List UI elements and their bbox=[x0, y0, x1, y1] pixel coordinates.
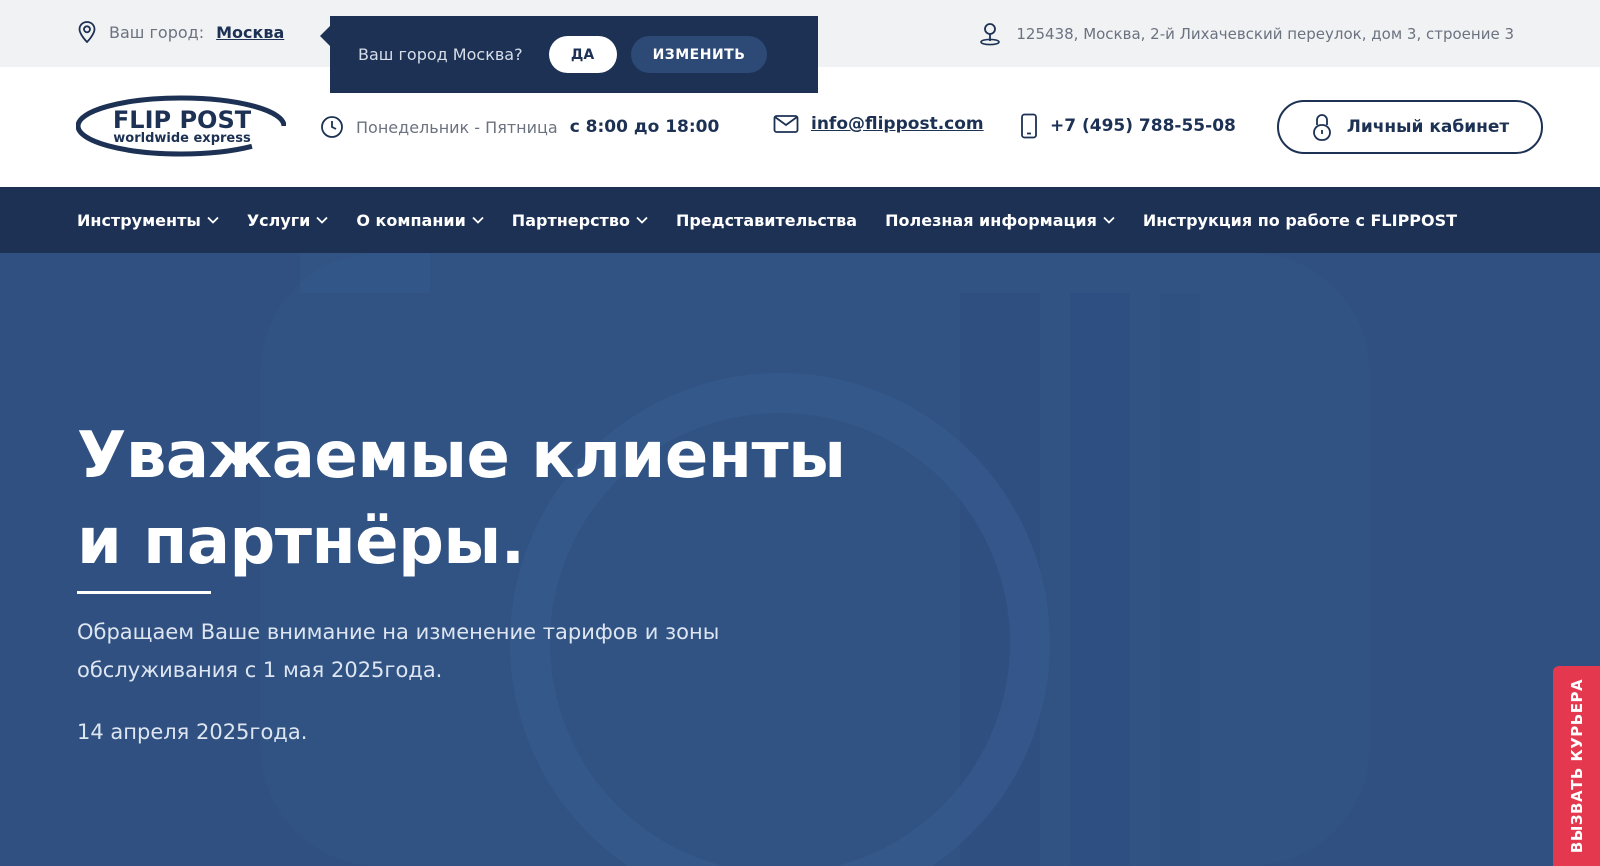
personal-account-button[interactable]: Личный кабинет bbox=[1277, 100, 1543, 154]
hero-banner: Уважаемые клиенты и партнёры. Обращаем В… bbox=[0, 253, 1600, 866]
city-selector: Ваш город: Москва bbox=[77, 21, 284, 43]
nav-item-label: О компании bbox=[356, 210, 466, 230]
address-text: 125438, Москва, 2-й Лихачевский переулок… bbox=[1016, 25, 1514, 43]
call-courier-label: ВЫЗВАТЬ КУРЬЕРА bbox=[1567, 678, 1586, 854]
nav-item-tools[interactable]: Инструменты bbox=[77, 211, 219, 230]
nav-item-label: Представительства bbox=[675, 210, 858, 230]
phone-contact: +7 (495) 788-55-08 bbox=[1020, 113, 1236, 139]
working-hours: Понедельник - Пятница с 8:00 до 18:00 bbox=[320, 115, 719, 139]
nav-item-label: Партнерство bbox=[511, 210, 630, 230]
nav-item-label: Полезная информация bbox=[885, 210, 1097, 230]
chevron-down-icon bbox=[207, 216, 219, 224]
mobile-phone-icon bbox=[1020, 113, 1038, 139]
lock-icon bbox=[1311, 112, 1333, 142]
map-pin-icon bbox=[978, 22, 1002, 46]
chevron-down-icon bbox=[316, 216, 328, 224]
email-link[interactable]: info@flippost.com bbox=[811, 114, 984, 134]
nav-item-offices[interactable]: Представительства bbox=[676, 211, 857, 230]
hours-value: с 8:00 до 18:00 bbox=[569, 117, 720, 137]
call-courier-button[interactable]: ВЫЗВАТЬ КУРЬЕРА bbox=[1553, 666, 1600, 866]
clock-icon bbox=[320, 115, 344, 139]
mail-icon bbox=[773, 114, 799, 134]
hours-prefix: Понедельник - Пятница bbox=[356, 117, 558, 137]
nav-item-useful-info[interactable]: Полезная информация bbox=[885, 211, 1115, 230]
hero-date: 14 апреля 2025года. bbox=[77, 720, 308, 744]
city-confirm-popup: Ваш город Москва? ДА ИЗМЕНИТЬ bbox=[320, 16, 818, 93]
office-address: 125438, Москва, 2-й Лихачевский переулок… bbox=[978, 22, 1514, 46]
nav-item-partnership[interactable]: Партнерство bbox=[512, 211, 648, 230]
hero-title: Уважаемые клиенты и партнёры. bbox=[77, 413, 846, 585]
confirm-city-button[interactable]: ДА bbox=[548, 36, 617, 73]
change-city-button[interactable]: ИЗМЕНИТЬ bbox=[630, 36, 768, 73]
phone-number[interactable]: +7 (495) 788-55-08 bbox=[1050, 116, 1236, 136]
nav-item-services[interactable]: Услуги bbox=[247, 211, 329, 230]
city-question: Ваш город Москва? bbox=[358, 45, 523, 64]
personal-account-label: Личный кабинет bbox=[1346, 117, 1510, 137]
logo-text-top: FLIP POST bbox=[113, 106, 252, 134]
nav-item-about[interactable]: О компании bbox=[356, 210, 484, 230]
nav-item-instructions[interactable]: Инструкция по работе с FLIPPOST bbox=[1143, 211, 1457, 230]
chevron-down-icon bbox=[1103, 216, 1115, 224]
nav-item-label: Инструкция по работе с FLIPPOST bbox=[1142, 210, 1458, 230]
nav-item-label: Инструменты bbox=[77, 210, 201, 230]
location-pin-icon bbox=[77, 21, 97, 43]
hero-title-line2: и партнёры. bbox=[77, 505, 525, 579]
hero-title-line1: Уважаемые клиенты bbox=[77, 419, 846, 493]
chevron-down-icon bbox=[472, 216, 484, 224]
nav-item-label: Услуги bbox=[246, 210, 311, 230]
email-contact: info@flippost.com bbox=[773, 114, 984, 134]
logo-text-bottom: worldwide express bbox=[113, 131, 251, 146]
main-nav: Инструменты Услуги О компании Партнерств… bbox=[0, 187, 1600, 253]
flippost-logo[interactable]: FLIP POST worldwide express bbox=[75, 95, 287, 157]
chevron-down-icon bbox=[636, 216, 648, 224]
hero-divider bbox=[77, 591, 211, 594]
city-label: Ваш город: bbox=[109, 22, 205, 42]
hero-description: Обращаем Ваше внимание на изменение тари… bbox=[77, 620, 720, 682]
city-link[interactable]: Москва bbox=[216, 23, 284, 42]
